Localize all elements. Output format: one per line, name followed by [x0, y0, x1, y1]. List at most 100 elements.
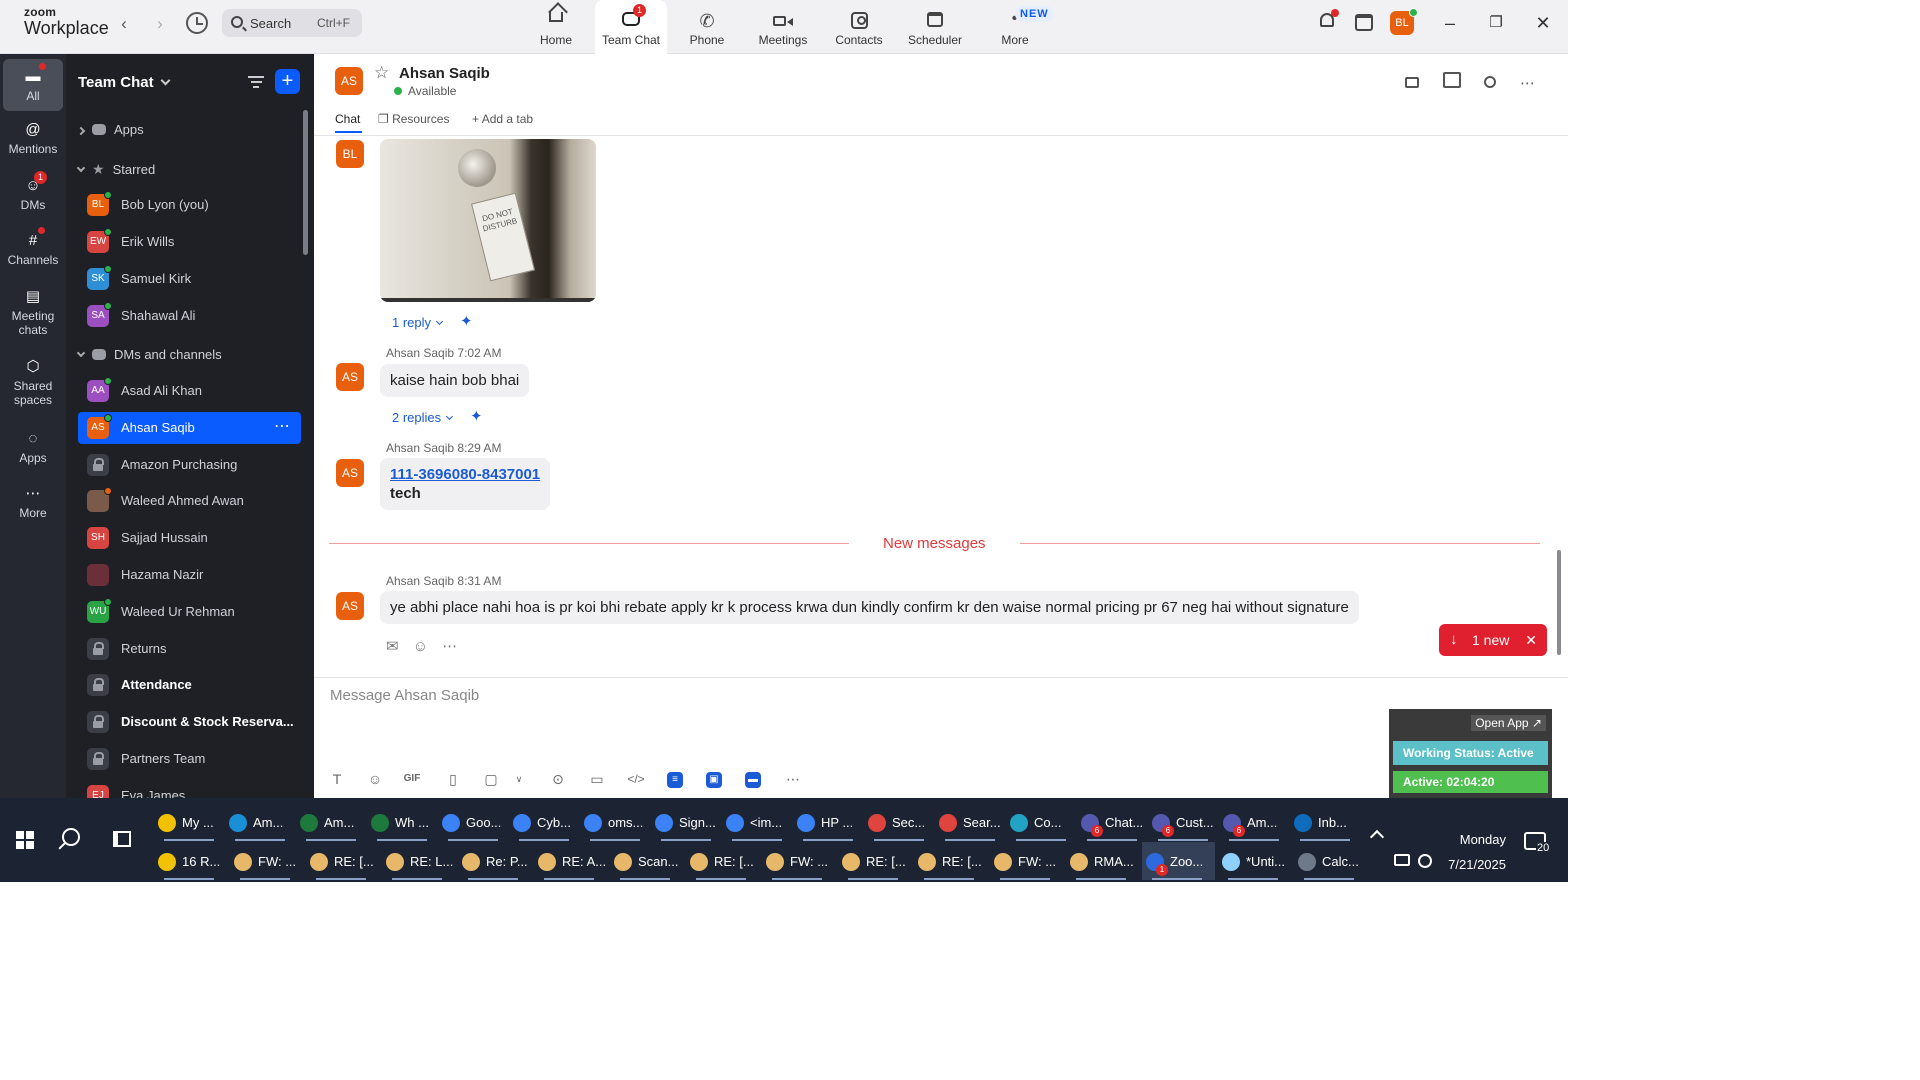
sender-avatar[interactable]: AS [336, 592, 364, 620]
gif-icon[interactable]: GIF [403, 770, 421, 788]
minimize-icon[interactable]: – [1440, 13, 1460, 33]
rail-dms[interactable]: ☺ 1 DMs [3, 171, 63, 212]
more-tools-icon[interactable]: ⋯ [784, 770, 802, 788]
code-icon[interactable]: </> [627, 770, 645, 788]
taskbar-item[interactable]: Sign... [651, 803, 719, 841]
sender-avatar[interactable]: BL [336, 140, 364, 168]
rail-channels[interactable]: # Channels [3, 227, 63, 267]
sidebar-item[interactable]: SK Samuel Kirk [78, 263, 301, 295]
app-icon[interactable]: ▣ [706, 772, 722, 788]
scroll-thumb[interactable] [1557, 550, 1561, 655]
history-icon[interactable] [186, 12, 208, 34]
nav-more[interactable]: • NEW More [979, 0, 1054, 54]
nav-meetings[interactable]: Meetings [747, 0, 819, 54]
sidebar-item[interactable]: Attendance [78, 669, 301, 701]
mic-icon[interactable]: ⊙ [549, 770, 567, 788]
taskbar-item[interactable]: RE: [... [838, 842, 911, 880]
close-icon[interactable]: ✕ [1533, 13, 1553, 33]
volume-icon[interactable] [1418, 854, 1432, 868]
restore-icon[interactable]: ❐ [1486, 13, 1506, 33]
text-format-icon[interactable]: T [328, 770, 346, 788]
sidebar-item[interactable]: AS Ahsan Saqib ⋯ [78, 411, 301, 444]
nav-phone[interactable]: ✆ Phone [671, 0, 743, 54]
taskbar-item[interactable]: Calc... [1294, 842, 1367, 880]
tray-expand-icon[interactable] [1369, 829, 1385, 845]
taskbar-item[interactable]: Re: P... [458, 842, 531, 880]
taskbar-search-icon[interactable] [62, 828, 80, 846]
rail-shared-spaces[interactable]: ⬡ Shared spaces [3, 357, 63, 407]
taskbar-item[interactable]: *Unti... [1218, 842, 1291, 880]
taskbar-item[interactable]: RE: [... [914, 842, 987, 880]
message-input[interactable]: Message Ahsan Saqib [330, 687, 479, 704]
sender-avatar[interactable]: AS [336, 459, 364, 487]
tab-add[interactable]: + Add a tab [472, 112, 533, 126]
sidebar-item[interactable]: Returns [78, 633, 301, 665]
sidebar-item[interactable]: Discount & Stock Reserva... [78, 706, 301, 738]
star-outline-icon[interactable]: ☆ [374, 63, 389, 83]
search-icon[interactable] [1484, 76, 1497, 88]
taskbar-item[interactable]: My ... [154, 803, 222, 841]
ai-sparkle-icon[interactable]: ✦ [460, 312, 473, 330]
sidebar-item[interactable]: SH Sajjad Hussain [78, 522, 301, 554]
rail-apps[interactable]: ◌ Apps [3, 429, 63, 465]
sender-avatar[interactable]: AS [336, 363, 364, 391]
taskbar-item[interactable]: Inb... [1290, 803, 1358, 841]
rail-meeting-chats[interactable]: ▤ Meeting chats [3, 287, 63, 337]
nav-scheduler[interactable]: Scheduler [899, 0, 971, 54]
video-call-icon[interactable] [1405, 77, 1420, 88]
taskbar-item[interactable]: oms... [580, 803, 648, 841]
more-options-icon[interactable]: ⋯ [274, 416, 291, 436]
taskbar-item[interactable]: FW: ... [762, 842, 835, 880]
more-options-icon[interactable]: ⋯ [1520, 76, 1538, 94]
taskbar-item[interactable]: Sear... [935, 803, 1003, 841]
taskbar-item[interactable]: Wh ... [367, 803, 435, 841]
reply-icon[interactable]: ✉ [386, 638, 399, 655]
reply-count[interactable]: 1 reply [392, 315, 444, 330]
back-arrow-icon[interactable]: ‹ [114, 14, 134, 34]
taskbar-item[interactable]: FW: ... [230, 842, 303, 880]
taskbar-item[interactable]: Am... [225, 803, 293, 841]
bell-icon[interactable] [1318, 9, 1339, 31]
close-icon[interactable]: ✕ [1525, 624, 1537, 656]
contact-avatar[interactable]: AS [335, 67, 363, 95]
new-message-pill[interactable]: ↓ 1 new ✕ [1439, 624, 1547, 656]
file-icon[interactable]: ▯ [444, 770, 462, 788]
task-view-icon[interactable] [113, 831, 131, 847]
nav-contacts[interactable]: Contacts [823, 0, 895, 54]
open-app-button[interactable]: Open App ↗ [1471, 715, 1546, 731]
ai-sparkle-icon[interactable]: ✦ [470, 407, 483, 425]
tab-chat[interactable]: Chat [335, 112, 363, 133]
sidebar-item[interactable]: EW Erik Wills [78, 226, 301, 258]
taskbar-item[interactable]: <im... [722, 803, 790, 841]
section-apps[interactable]: Apps [76, 122, 144, 137]
taskbar-item[interactable]: FW: ... [990, 842, 1063, 880]
taskbar-item[interactable]: Co... [1006, 803, 1074, 841]
taskbar-item[interactable]: 16 R... [154, 842, 227, 880]
taskbar-item[interactable]: RMA... [1066, 842, 1139, 880]
nav-home[interactable]: Home [520, 0, 592, 54]
emoji-icon[interactable]: ☺ [366, 770, 384, 788]
taskbar-item[interactable]: RE: [... [686, 842, 759, 880]
reply-count[interactable]: 2 replies [392, 410, 454, 425]
taskbar-item[interactable]: Zoo... 1 [1142, 842, 1215, 880]
taskbar-item[interactable]: Chat... 6 [1077, 803, 1145, 841]
order-link[interactable]: 111-3696080-8437001 [390, 466, 540, 483]
messages-scrollbar[interactable] [1557, 140, 1561, 660]
taskbar-item[interactable]: RE: A... [534, 842, 607, 880]
sidebar-scrollbar[interactable] [303, 110, 308, 255]
chevron-down-icon[interactable]: ∨ [510, 770, 528, 788]
filter-icon[interactable] [248, 76, 264, 90]
notification-center-icon[interactable]: 20 [1524, 832, 1551, 854]
sidebar-title[interactable]: Team Chat [78, 74, 171, 91]
sidebar-item[interactable]: AA Asad Ali Khan [78, 375, 301, 407]
emoji-reaction-icon[interactable]: ☺ [413, 638, 428, 655]
sidebar-item[interactable]: Amazon Purchasing [78, 449, 301, 481]
sidebar-item[interactable]: BL Bob Lyon (you) [78, 189, 301, 221]
network-icon[interactable] [1394, 854, 1410, 866]
taskbar-item[interactable]: RE: L... [382, 842, 455, 880]
screenshot-icon[interactable]: ▢ [482, 770, 500, 788]
taskbar-item[interactable]: Cyb... [509, 803, 577, 841]
tab-resources[interactable]: ❐ Resources [378, 112, 449, 126]
video-message-icon[interactable]: ▭ [588, 770, 606, 788]
rail-more[interactable]: ⋯ More [3, 484, 63, 520]
